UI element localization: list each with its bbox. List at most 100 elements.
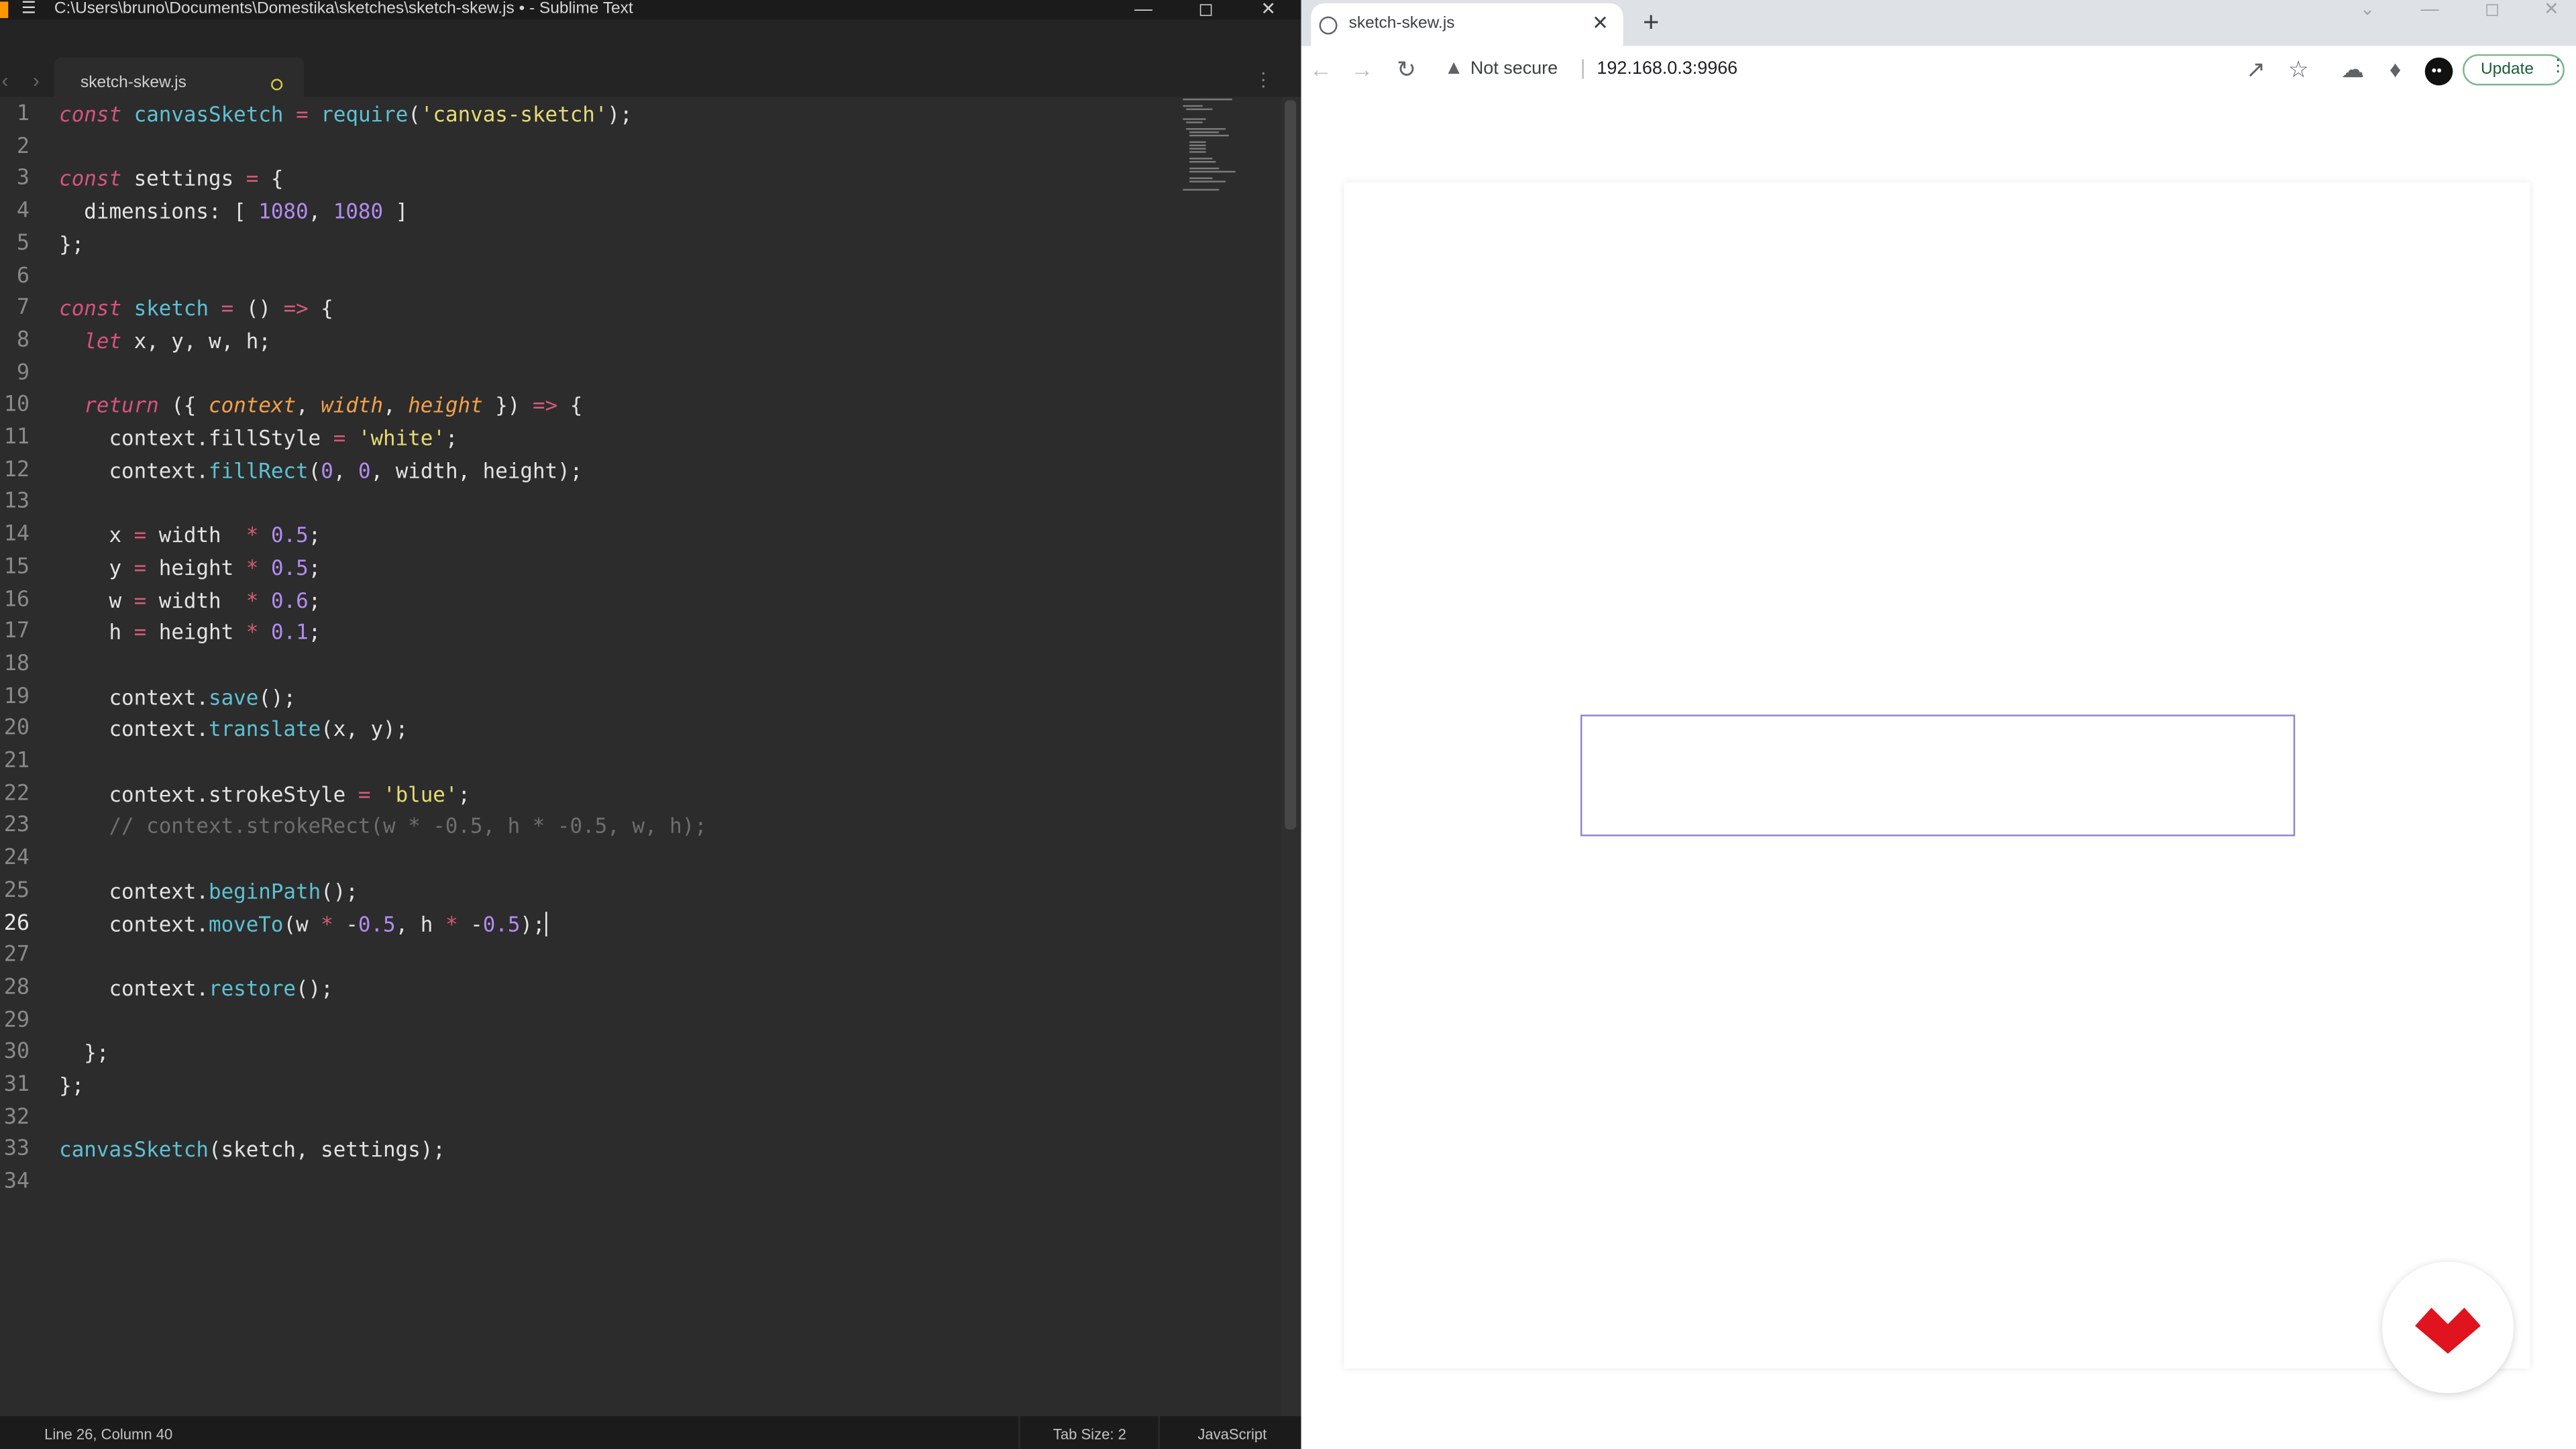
minimize-icon[interactable]: —: [2415, 0, 2445, 19]
line-number: 11: [3, 425, 30, 451]
stroked-rectangle: [1580, 714, 2296, 837]
url-text[interactable]: 192.168.0.3:9966: [1597, 59, 1737, 78]
update-button[interactable]: Update ⋮: [2463, 54, 2566, 86]
line-number: 23: [3, 814, 30, 839]
window-title: C:\Users\bruno\Documents\Domestika\sketc…: [54, 0, 633, 18]
code-line[interactable]: context.translate(x, y);: [59, 714, 408, 746]
status-divider: [1158, 1416, 1160, 1449]
address-bar[interactable]: ▲ Not secure 192.168.0.3:9966: [1436, 51, 2257, 87]
line-number: 4: [16, 199, 30, 224]
line-number: 8: [16, 328, 30, 354]
title-bar: ☰ C:\Users\bruno\Documents\Domestika\ske…: [0, 0, 1301, 20]
text-cursor: [545, 910, 547, 936]
code-line[interactable]: canvasSketch(sketch, settings);: [59, 1134, 445, 1167]
code-line[interactable]: context.restore();: [59, 973, 333, 1005]
forward-icon[interactable]: →: [1349, 56, 1375, 82]
line-number: 19: [3, 684, 30, 709]
code-editor[interactable]: 1 2 3 4 5 6 7 8 9 10 11 12 13 14 15 16 17 18 19 20 21 22 23 24 2…: [0, 97, 1282, 1417]
unsaved-dot-icon[interactable]: [271, 78, 283, 91]
close-tab-icon[interactable]: ✕: [1592, 11, 1609, 34]
code-line[interactable]: x = width * 0.5;: [59, 519, 321, 551]
security-label[interactable]: Not secure: [1470, 59, 1558, 78]
code-line[interactable]: };: [59, 1037, 109, 1069]
hamburger-icon[interactable]: ☰: [21, 1, 36, 17]
status-bar: Line 26, Column 40 Tab Size: 2 JavaScrip…: [0, 1416, 1301, 1449]
line-number: 12: [3, 458, 30, 483]
line-number: 13: [3, 490, 30, 515]
code-line[interactable]: context.fillRect(0, 0, width, height);: [59, 455, 582, 487]
tab-scroll-left-icon[interactable]: ‹: [1, 70, 8, 90]
tab-scroll-right-icon[interactable]: ›: [33, 70, 40, 90]
code-line[interactable]: const sketch = () => {: [59, 292, 333, 325]
line-number: 15: [3, 555, 30, 580]
code-line[interactable]: y = height * 0.5;: [59, 551, 321, 584]
code-line[interactable]: dimensions: [ 1080, 1080 ]: [59, 196, 408, 228]
syntax-selector[interactable]: JavaScript: [1197, 1426, 1267, 1442]
update-label: Update: [2480, 60, 2534, 79]
domestika-logo-badge: [2382, 1261, 2514, 1393]
bookmark-star-icon[interactable]: ☆: [2286, 56, 2312, 82]
scrollbar-thumb[interactable]: [1285, 100, 1297, 830]
kebab-menu-icon[interactable]: ⋮: [2550, 58, 2566, 76]
sublime-logo-icon: [0, 1, 9, 18]
line-number: 20: [3, 716, 30, 742]
editor-scrollbar[interactable]: [1281, 97, 1301, 1417]
minimize-icon[interactable]: —: [1127, 0, 1160, 19]
code-line[interactable]: context.beginPath();: [59, 875, 358, 908]
line-number: 29: [3, 1008, 30, 1033]
extensions-puzzle-icon[interactable]: ♦: [2382, 56, 2408, 82]
line-number: 3: [16, 166, 30, 192]
line-number: 7: [16, 296, 30, 321]
cloud-icon[interactable]: ☁: [2339, 56, 2365, 82]
line-number: 10: [3, 393, 30, 418]
maximize-icon[interactable]: ◻: [2477, 0, 2507, 19]
line-number: 21: [3, 749, 30, 774]
profile-avatar[interactable]: ••: [2424, 57, 2453, 86]
warning-icon[interactable]: ▲: [1444, 56, 1464, 78]
line-number: 26: [3, 910, 30, 936]
line-number: 24: [3, 846, 30, 871]
close-icon[interactable]: ✕: [2536, 0, 2566, 19]
code-line[interactable]: // context.strokeRect(w * -0.5, h * -0.5…: [59, 810, 706, 843]
cursor-position: Line 26, Column 40: [44, 1426, 173, 1443]
code-line[interactable]: return ({ context, width, height }) => {: [59, 390, 582, 422]
code-line[interactable]: context.strokeStyle = 'blue';: [59, 778, 470, 810]
code-line[interactable]: h = height * 0.1;: [59, 616, 321, 649]
browser-tab-strip: sketch-skew.js ✕ + ⌄ — ◻ ✕: [1301, 0, 2576, 46]
code-line[interactable]: const canvasSketch = require('canvas-ske…: [59, 99, 632, 131]
tab-size-selector[interactable]: Tab Size: 2: [1053, 1426, 1126, 1442]
line-number: 34: [3, 1169, 30, 1195]
maximize-icon[interactable]: ◻: [1189, 0, 1222, 19]
minimap[interactable]: [1183, 97, 1248, 195]
code-line[interactable]: };: [59, 228, 84, 260]
code-line[interactable]: context.save();: [59, 681, 296, 713]
browser-window: sketch-skew.js ✕ + ⌄ — ◻ ✕ ← → ↻ ▲ Not s…: [1301, 0, 2576, 1449]
new-tab-icon[interactable]: +: [1643, 7, 1659, 40]
line-number: 9: [16, 360, 30, 386]
line-number: 16: [3, 587, 30, 612]
code-line[interactable]: w = width * 0.6;: [59, 584, 321, 616]
status-divider: [1018, 1416, 1020, 1449]
code-line[interactable]: context.moveTo(w * -0.5, h * -0.5);: [59, 908, 547, 940]
tab-bar: ‹ › sketch-skew.js · · ·: [0, 19, 1301, 117]
code-line[interactable]: context.fillStyle = 'white';: [59, 422, 458, 454]
share-icon[interactable]: ↗: [2243, 56, 2269, 82]
back-icon[interactable]: ←: [1307, 56, 1334, 82]
reload-icon[interactable]: ↻: [1393, 56, 1419, 82]
browser-toolbar: ← → ↻ ▲ Not secure 192.168.0.3:9966 ↗ ☆ …: [1301, 46, 2576, 96]
browser-tab[interactable]: sketch-skew.js ✕: [1311, 3, 1623, 46]
line-number: 30: [3, 1040, 30, 1065]
tab-overflow-icon[interactable]: · · ·: [1260, 62, 1267, 95]
line-number: 14: [3, 523, 30, 547]
avatar-dots-icon: ••: [2431, 62, 2442, 79]
line-number: 6: [16, 264, 30, 288]
close-icon[interactable]: ✕: [1252, 0, 1285, 19]
code-line[interactable]: };: [59, 1069, 84, 1102]
code-line[interactable]: let x, y, w, h;: [59, 325, 271, 358]
sketch-canvas[interactable]: [1344, 182, 2530, 1369]
line-number: 28: [3, 975, 30, 1001]
browser-tab-title: sketch-skew.js: [1348, 15, 1455, 33]
code-line[interactable]: const settings = {: [59, 163, 283, 195]
line-number: 5: [16, 231, 30, 256]
tab-search-icon[interactable]: ⌄: [2353, 0, 2382, 19]
